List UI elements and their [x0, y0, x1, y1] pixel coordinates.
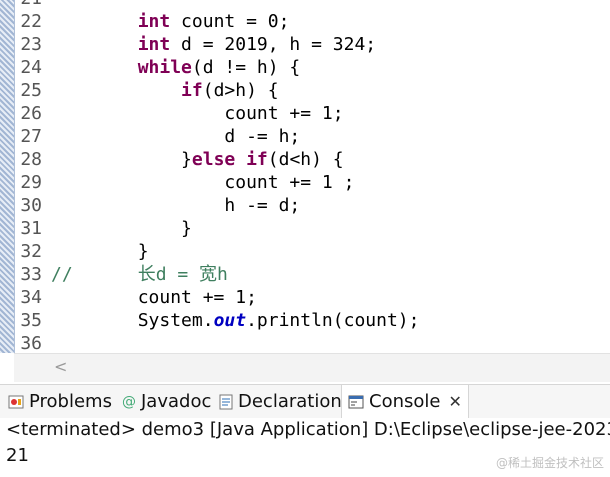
console-output: 21 — [6, 445, 29, 466]
code-line: 24 while(d != h) { — [16, 56, 610, 79]
code-line: 34 count += 1; — [16, 286, 610, 309]
console-status: <terminated> demo3 [Java Application] D:… — [6, 419, 610, 440]
line-number: 21 — [16, 0, 42, 10]
tab-problems-label: Problems — [29, 391, 112, 412]
line-number: 32 — [20, 241, 42, 262]
line-number: 33 — [20, 264, 42, 285]
code-line: 31 } — [16, 217, 610, 240]
line-number: 36 — [20, 333, 42, 353]
code-token: (d<h) { — [267, 149, 344, 170]
line-number: 27 — [20, 126, 42, 147]
code-text: while(d != h) { — [51, 56, 301, 79]
at-icon: @ — [122, 393, 136, 410]
code-token: System. — [51, 310, 214, 331]
code-text: count += 1; — [51, 286, 257, 309]
scroll-left-icon[interactable]: < — [54, 357, 67, 376]
problems-icon — [8, 394, 24, 410]
tab-console-label: Console — [369, 391, 441, 412]
code-text: count += 1; — [51, 102, 344, 125]
keyword-token: if — [181, 80, 203, 101]
close-icon[interactable]: ✕ — [448, 392, 461, 411]
declaration-icon — [219, 394, 233, 410]
field-token: out — [213, 310, 247, 331]
tab-declaration[interactable]: Declaration — [219, 385, 342, 418]
code-line: 21 — [16, 0, 610, 10]
code-line: 30 h -= d; — [16, 194, 610, 217]
code-token: count += 1 ; — [51, 172, 355, 193]
code-line: 25 if(d>h) { — [16, 79, 610, 102]
line-number: 23 — [20, 34, 42, 55]
code-token: (d != h) { — [191, 57, 301, 78]
watermark: @稀土掘金技术社区 — [495, 456, 604, 470]
code-line: 22 int count = 0; — [16, 10, 610, 33]
code-text: count += 1 ; — [51, 171, 354, 194]
code-token: d -= h; — [51, 126, 301, 147]
code-line: 33 // 长d = 宽h — [16, 263, 610, 286]
line-number: 30 — [20, 195, 42, 216]
keyword-token: int — [137, 34, 171, 55]
editor-gutter-strip — [0, 0, 15, 353]
code-text: // 长d = 宽h — [51, 263, 228, 286]
line-number: 25 — [20, 80, 42, 101]
line-number: 34 — [20, 287, 42, 308]
code-lines: 2122 int count = 0;23 int d = 2019, h = … — [16, 0, 610, 353]
code-token: d = 2019, h = 324; — [170, 34, 377, 55]
code-token: } — [51, 241, 149, 262]
code-line: 35 System.out.println(count); — [16, 309, 610, 332]
code-line: 26 count += 1; — [16, 102, 610, 125]
comment-token: // 长d = 宽h — [51, 264, 228, 285]
code-token: h -= d; — [51, 195, 301, 216]
keyword-token: int — [137, 11, 171, 32]
tab-javadoc[interactable]: @ Javadoc — [122, 385, 211, 418]
code-text: } — [51, 240, 149, 263]
horizontal-scrollbar[interactable]: < — [14, 353, 610, 382]
code-text: h -= d; — [51, 194, 300, 217]
code-text: if(d>h) { — [51, 79, 279, 102]
code-text: int count = 0; — [51, 10, 290, 33]
code-token: count = 0; — [170, 11, 290, 32]
line-number: 28 — [20, 149, 42, 170]
tab-javadoc-label: Javadoc — [141, 391, 212, 412]
code-token: } — [51, 149, 192, 170]
tab-console[interactable]: Console ✕ — [341, 385, 469, 418]
console-icon — [348, 395, 364, 409]
tab-declaration-label: Declaration — [238, 391, 342, 412]
code-line: 29 count += 1 ; — [16, 171, 610, 194]
code-token: } — [51, 218, 192, 239]
keyword-token: else — [191, 149, 236, 170]
code-token: count += 1; — [51, 103, 344, 124]
line-number: 24 — [20, 57, 42, 78]
code-text: }else if(d<h) { — [51, 148, 344, 171]
tab-problems[interactable]: Problems — [8, 385, 112, 418]
code-token: (d>h) { — [202, 80, 279, 101]
code-text: d -= h; — [51, 125, 300, 148]
code-text: int d = 2019, h = 324; — [51, 33, 376, 56]
code-line: 32 } — [16, 240, 610, 263]
code-line: 23 int d = 2019, h = 324; — [16, 33, 610, 56]
code-line: 28 }else if(d<h) { — [16, 148, 610, 171]
code-token: count += 1; — [51, 287, 257, 308]
line-number: 26 — [20, 103, 42, 124]
code-line: 36 — [16, 332, 610, 353]
code-text: } — [51, 217, 192, 240]
keyword-token: while — [137, 57, 192, 78]
line-number: 35 — [20, 310, 42, 331]
code-token: .println(count); — [246, 310, 420, 331]
code-text: System.out.println(count); — [51, 309, 420, 332]
line-number: 31 — [20, 218, 42, 239]
view-tab-bar: Problems @ Javadoc Declaration Console ✕ — [0, 384, 610, 419]
console-view[interactable]: <terminated> demo3 [Java Application] D:… — [0, 418, 610, 477]
line-number: 29 — [20, 172, 42, 193]
line-number: 22 — [20, 11, 42, 32]
code-line: 27 d -= h; — [16, 125, 610, 148]
keyword-token: if — [246, 149, 268, 170]
code-editor[interactable]: 2122 int count = 0;23 int d = 2019, h = … — [0, 0, 610, 353]
